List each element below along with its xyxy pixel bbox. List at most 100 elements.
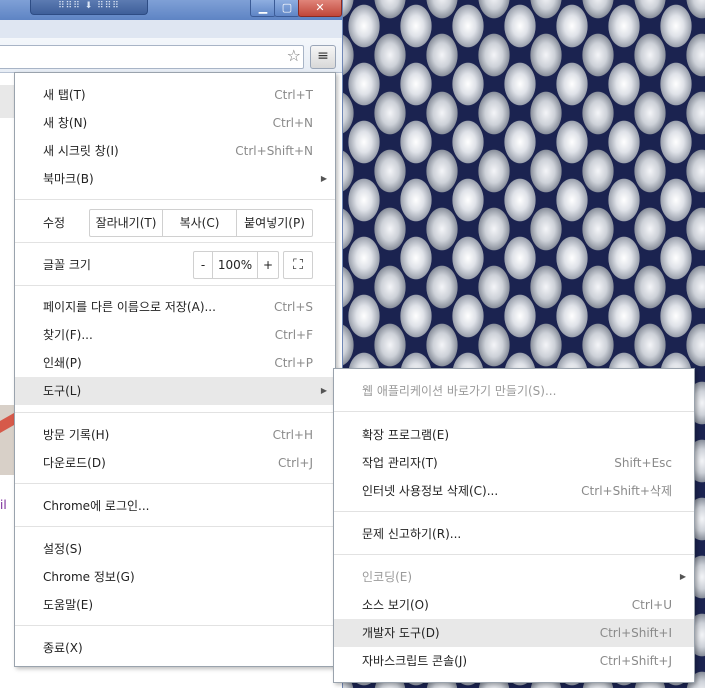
menu-item-shortcut: Ctrl+U bbox=[631, 598, 672, 612]
menu-item-settings[interactable]: 설정(S) bbox=[15, 535, 335, 563]
submenu-item-view-source[interactable]: 소스 보기(O) Ctrl+U bbox=[334, 591, 694, 619]
submenu-item-task-manager[interactable]: 작업 관리자(T) Shift+Esc bbox=[334, 449, 694, 477]
paste-button[interactable]: 붙여넣기(P) bbox=[237, 210, 312, 236]
edit-label: 수정 bbox=[43, 216, 66, 230]
menu-item-label: 새 시크릿 창(I) bbox=[43, 144, 119, 158]
zoom-in-button[interactable]: + bbox=[258, 252, 278, 278]
menu-item-incognito[interactable]: 새 시크릿 창(I) Ctrl+Shift+N bbox=[15, 137, 335, 165]
menu-item-shortcut: Ctrl+N bbox=[272, 116, 313, 130]
menu-item-label: 새 탭(T) bbox=[43, 88, 86, 102]
maximize-button[interactable]: ▢ bbox=[274, 0, 300, 17]
cut-button[interactable]: 잘라내기(T) bbox=[90, 210, 163, 236]
zoom-control: - 100% + bbox=[193, 251, 279, 279]
submenu-item-clear-data[interactable]: 인터넷 사용정보 삭제(C)... Ctrl+Shift+삭제 bbox=[334, 477, 694, 505]
submenu-item-extensions[interactable]: 확장 프로그램(E) bbox=[334, 421, 694, 449]
menu-item-shortcut: Ctrl+Shift+J bbox=[599, 654, 672, 668]
menu-item-shortcut: Ctrl+P bbox=[274, 356, 313, 370]
menu-item-label: 북마크(B) bbox=[43, 172, 94, 186]
submenu-item-js-console[interactable]: 자바스크립트 콘솔(J) Ctrl+Shift+J bbox=[334, 647, 694, 675]
page-image bbox=[0, 405, 14, 475]
edit-button-group: 잘라내기(T) 복사(C) 붙여넣기(P) bbox=[89, 209, 313, 237]
menu-item-bookmarks[interactable]: 북마크(B) ▶ bbox=[15, 165, 335, 193]
submenu-item-encoding[interactable]: 인코딩(E) ▶ bbox=[334, 563, 694, 591]
menu-item-label: 개발자 도구(D) bbox=[362, 626, 440, 640]
fullscreen-icon[interactable]: ⛶ bbox=[283, 251, 313, 279]
menu-item-label: 문제 신고하기(R)... bbox=[362, 527, 462, 541]
menu-item-label: 방문 기록(H) bbox=[43, 428, 110, 442]
menu-item-history[interactable]: 방문 기록(H) Ctrl+H bbox=[15, 421, 335, 449]
menu-item-print[interactable]: 인쇄(P) Ctrl+P bbox=[15, 349, 335, 377]
menu-item-label: 도구(L) bbox=[43, 384, 82, 398]
menu-item-label: 소스 보기(O) bbox=[362, 598, 429, 612]
title-bar: ⠿⠿⠿ ⬇ ⠿⠿⠿ ▁ ▢ ✕ bbox=[0, 0, 342, 20]
menu-separator bbox=[334, 554, 694, 555]
bookmark-star-icon[interactable]: ☆ bbox=[287, 47, 301, 65]
menu-item-label: 웹 애플리케이션 바로가기 만들기(S)... bbox=[362, 384, 557, 398]
copy-button[interactable]: 복사(C) bbox=[163, 210, 237, 236]
menu-item-label: 설정(S) bbox=[43, 542, 83, 556]
menu-item-label: 찾기(F)... bbox=[43, 328, 93, 342]
menu-separator bbox=[15, 285, 335, 286]
menu-item-label: 자바스크립트 콘솔(J) bbox=[362, 654, 468, 668]
menu-item-shortcut: Ctrl+F bbox=[274, 328, 313, 342]
zoom-level: 100% bbox=[213, 252, 258, 278]
menu-item-label: 작업 관리자(T) bbox=[362, 456, 438, 470]
menu-item-shortcut: Ctrl+S bbox=[273, 300, 313, 314]
menu-item-label: 새 창(N) bbox=[43, 116, 88, 130]
close-button[interactable]: ✕ bbox=[298, 0, 342, 17]
menu-item-shortcut: Ctrl+H bbox=[272, 428, 313, 442]
menu-item-tools[interactable]: 도구(L) ▶ bbox=[15, 377, 335, 405]
menu-item-label: 다운로드(D) bbox=[43, 456, 106, 470]
zoom-label: 글꼴 크기 bbox=[43, 258, 91, 272]
menu-item-label: 도움말(E) bbox=[43, 598, 94, 612]
chrome-menu-button[interactable]: ≡ bbox=[310, 45, 336, 69]
menu-separator bbox=[334, 411, 694, 412]
menu-item-about[interactable]: Chrome 정보(G) bbox=[15, 563, 335, 591]
menu-item-shortcut: Ctrl+Shift+N bbox=[235, 144, 313, 158]
menu-item-signin[interactable]: Chrome에 로그인... bbox=[15, 492, 335, 520]
zoom-out-button[interactable]: - bbox=[194, 252, 213, 278]
toolbar: ☆ ≡ bbox=[0, 38, 342, 73]
minimize-button[interactable]: ▁ bbox=[250, 0, 276, 17]
submenu-arrow-icon: ▶ bbox=[320, 386, 327, 395]
menu-separator bbox=[15, 242, 335, 243]
menu-item-shortcut: Shift+Esc bbox=[614, 456, 672, 470]
menu-item-shortcut: Ctrl+T bbox=[274, 88, 313, 102]
submenu-item-create-shortcuts: 웹 애플리케이션 바로가기 만들기(S)... bbox=[334, 377, 694, 405]
submenu-item-report-issue[interactable]: 문제 신고하기(R)... bbox=[334, 520, 694, 548]
menu-item-new-window[interactable]: 새 창(N) Ctrl+N bbox=[15, 109, 335, 137]
menu-item-help[interactable]: 도움말(E) bbox=[15, 591, 335, 619]
menu-item-label: 페이지를 다른 이름으로 저장(A)... bbox=[43, 300, 216, 314]
menu-item-label: 인코딩(E) bbox=[362, 570, 413, 584]
menu-item-save-as[interactable]: 페이지를 다른 이름으로 저장(A)... Ctrl+S bbox=[15, 293, 335, 321]
menu-item-label: 종료(X) bbox=[43, 641, 83, 655]
menu-row-edit: 수정 잘라내기(T) 복사(C) 붙여넣기(P) bbox=[15, 208, 335, 238]
fullscreen-handle[interactable]: ⠿⠿⠿ ⬇ ⠿⠿⠿ bbox=[30, 0, 148, 15]
menu-separator bbox=[15, 412, 335, 413]
submenu-arrow-icon: ▶ bbox=[679, 572, 686, 581]
tools-submenu: 웹 애플리케이션 바로가기 만들기(S)... 확장 프로그램(E) 작업 관리… bbox=[333, 368, 695, 683]
menu-item-find[interactable]: 찾기(F)... Ctrl+F bbox=[15, 321, 335, 349]
menu-item-label: 확장 프로그램(E) bbox=[362, 428, 450, 442]
menu-row-zoom: 글꼴 크기 - 100% + ⛶ bbox=[15, 250, 335, 280]
submenu-item-dev-tools[interactable]: 개발자 도구(D) Ctrl+Shift+I bbox=[334, 619, 694, 647]
page-tab-strip bbox=[0, 85, 14, 118]
menu-separator bbox=[15, 483, 335, 484]
menu-item-shortcut: Ctrl+Shift+I bbox=[599, 626, 672, 640]
menu-item-label: 인쇄(P) bbox=[43, 356, 82, 370]
chrome-main-menu: 새 탭(T) Ctrl+T 새 창(N) Ctrl+N 새 시크릿 창(I) C… bbox=[14, 72, 336, 667]
menu-separator bbox=[334, 511, 694, 512]
menu-separator bbox=[15, 526, 335, 527]
menu-item-exit[interactable]: 종료(X) bbox=[15, 634, 335, 662]
menu-item-label: Chrome 정보(G) bbox=[43, 570, 135, 584]
menu-item-shortcut: Ctrl+J bbox=[278, 456, 313, 470]
menu-item-downloads[interactable]: 다운로드(D) Ctrl+J bbox=[15, 449, 335, 477]
menu-item-new-tab[interactable]: 새 탭(T) Ctrl+T bbox=[15, 81, 335, 109]
menu-item-shortcut: Ctrl+Shift+삭제 bbox=[581, 484, 672, 498]
menu-item-label: 인터넷 사용정보 삭제(C)... bbox=[362, 484, 499, 498]
submenu-arrow-icon: ▶ bbox=[320, 174, 327, 183]
address-bar[interactable]: ☆ bbox=[0, 45, 304, 69]
menu-separator bbox=[15, 625, 335, 626]
menu-item-label: Chrome에 로그인... bbox=[43, 499, 150, 513]
menu-separator bbox=[15, 199, 335, 200]
